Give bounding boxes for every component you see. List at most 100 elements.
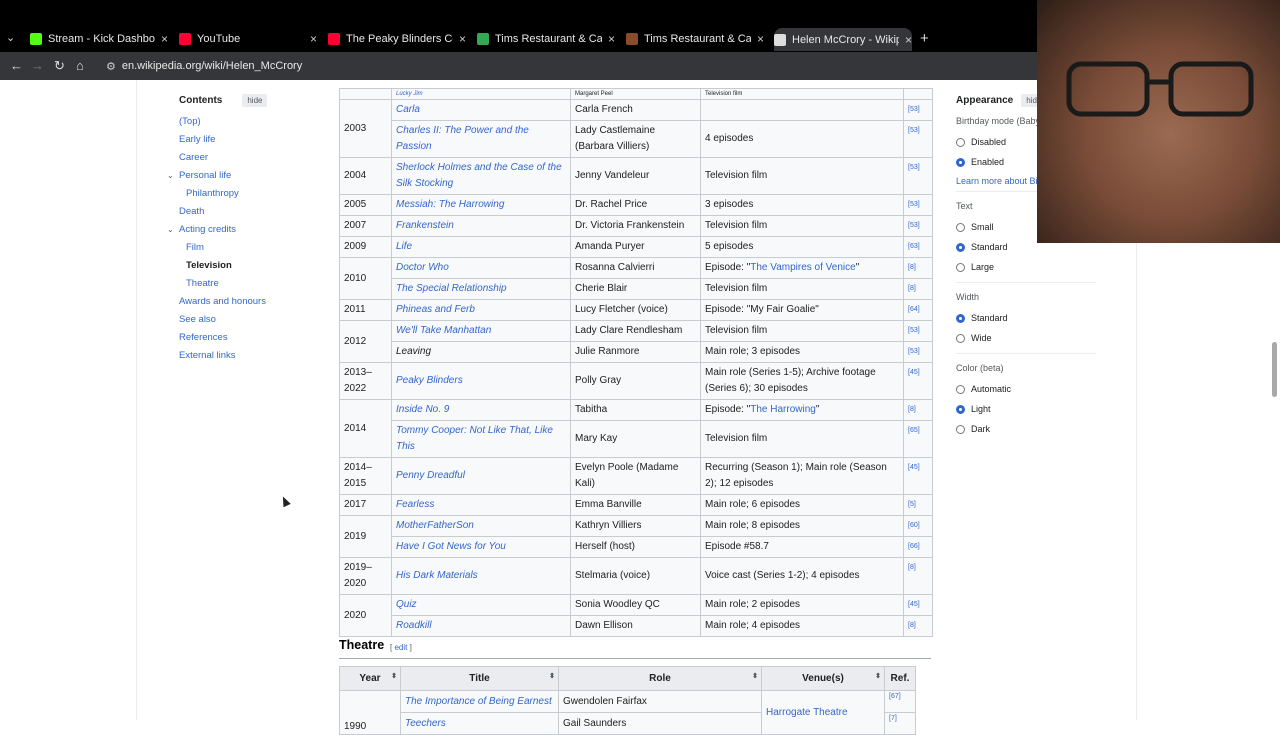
ref-link[interactable]: [63] bbox=[903, 236, 933, 258]
ref-link[interactable]: [45] bbox=[903, 362, 933, 400]
toc-item[interactable]: Film bbox=[169, 239, 319, 257]
title-link[interactable]: Inside No. 9 bbox=[391, 399, 571, 421]
episode-link[interactable]: The Vampires of Venice bbox=[750, 262, 855, 273]
width-radio[interactable]: Wide bbox=[956, 328, 1096, 348]
title-link[interactable]: Charles II: The Power and the Passion bbox=[391, 120, 571, 158]
radio-button-icon[interactable] bbox=[956, 384, 965, 394]
back-icon[interactable]: ← bbox=[10, 58, 23, 73]
ref-link[interactable]: [53] bbox=[903, 215, 933, 237]
ref-link[interactable]: [53] bbox=[903, 157, 933, 195]
ref-link[interactable]: [53] bbox=[903, 194, 933, 216]
page-scrollbar[interactable] bbox=[1272, 342, 1277, 397]
ref-link[interactable]: [8] bbox=[903, 278, 933, 300]
title-link[interactable]: Quiz bbox=[391, 594, 571, 616]
title-link[interactable]: His Dark Materials bbox=[391, 557, 571, 595]
toc-item[interactable]: Philanthropy bbox=[169, 185, 319, 203]
browser-tab[interactable]: Tims Restaurant & Cafe - Goog × bbox=[477, 29, 615, 49]
ref-link[interactable]: [8] bbox=[903, 399, 933, 421]
radio-button-icon[interactable] bbox=[956, 222, 965, 232]
radio-button-icon[interactable] bbox=[956, 242, 965, 252]
ref-link[interactable]: [5] bbox=[903, 494, 933, 516]
ref-link[interactable]: [64] bbox=[903, 299, 933, 321]
ref-link[interactable]: [7] bbox=[884, 712, 916, 735]
title-link[interactable]: Have I Got News for You bbox=[391, 536, 571, 558]
title-link[interactable]: The Special Relationship bbox=[391, 278, 571, 300]
title-link[interactable]: The Importance of Being Earnest bbox=[400, 690, 559, 713]
browser-tab[interactable]: YouTube × bbox=[179, 29, 317, 49]
ref-link[interactable]: [45] bbox=[903, 457, 933, 495]
chevron-down-icon[interactable]: ⌄ bbox=[167, 221, 174, 239]
browser-tab[interactable]: Stream - Kick Dashboard × bbox=[30, 29, 168, 49]
tab-close-icon[interactable]: × bbox=[161, 32, 168, 46]
tab-close-icon[interactable]: × bbox=[608, 32, 615, 46]
chevron-down-icon[interactable]: ⌄ bbox=[167, 167, 174, 185]
role-cell[interactable]: Dr. Victoria Frankenstein bbox=[570, 215, 701, 237]
new-tab-button[interactable]: + bbox=[920, 30, 929, 47]
ref-link[interactable]: [53] bbox=[903, 120, 933, 158]
site-info-icon[interactable]: ⚙ bbox=[106, 60, 116, 73]
toc-item[interactable]: External links bbox=[169, 347, 319, 365]
radio-button-icon[interactable] bbox=[956, 333, 965, 343]
role-cell[interactable]: Cherie Blair bbox=[570, 278, 701, 300]
theatre-edit-link[interactable]: [ edit ] bbox=[390, 643, 412, 652]
radio-button-icon[interactable] bbox=[956, 157, 965, 167]
toc-item[interactable]: Early life bbox=[169, 131, 319, 149]
title-link[interactable]: Life bbox=[391, 236, 571, 258]
column-header[interactable]: Venue(s) ⬍ bbox=[761, 666, 885, 691]
reload-icon[interactable]: ↻ bbox=[54, 58, 65, 74]
sort-icon[interactable]: ⬍ bbox=[875, 672, 881, 680]
toc-item[interactable]: Theatre bbox=[169, 275, 319, 293]
column-header[interactable]: Title ⬍ bbox=[400, 666, 559, 691]
tab-close-icon[interactable]: × bbox=[459, 32, 466, 46]
column-header[interactable]: Ref. bbox=[884, 666, 916, 691]
toc-hide-button[interactable]: hide bbox=[242, 94, 268, 107]
ref-link[interactable]: [67] bbox=[884, 690, 916, 713]
toc-item[interactable]: Television bbox=[169, 257, 319, 275]
title-link[interactable]: Peaky Blinders bbox=[391, 362, 571, 400]
title-link[interactable]: Carla bbox=[391, 99, 571, 121]
toc-item[interactable]: Career bbox=[169, 149, 319, 167]
tab-close-icon[interactable]: × bbox=[757, 32, 764, 46]
toc-item[interactable]: See also bbox=[169, 311, 319, 329]
title-link[interactable]: Messiah: The Harrowing bbox=[391, 194, 571, 216]
title-link[interactable]: Teechers bbox=[400, 712, 559, 735]
color-theme-radio[interactable]: Dark bbox=[956, 419, 1096, 439]
ref-link[interactable]: [8] bbox=[903, 257, 933, 279]
radio-button-icon[interactable] bbox=[956, 404, 965, 414]
title-link[interactable]: Roadkill bbox=[391, 615, 571, 637]
role-cell[interactable]: Lady Castlemaine (Barbara Villiers) bbox=[570, 120, 701, 158]
radio-button-icon[interactable] bbox=[956, 137, 965, 147]
color-theme-radio[interactable]: Light bbox=[956, 399, 1096, 419]
radio-button-icon[interactable] bbox=[956, 262, 965, 272]
browser-tab[interactable]: The Peaky Blinders Confront Th × bbox=[328, 29, 466, 49]
tab-close-icon[interactable]: × bbox=[310, 32, 317, 46]
title-link[interactable]: MotherFatherSon bbox=[391, 515, 571, 537]
ref-link[interactable]: [53] bbox=[903, 341, 933, 363]
role-cell[interactable]: Polly Gray bbox=[570, 362, 701, 400]
ref-link[interactable]: [60] bbox=[903, 515, 933, 537]
browser-tab[interactable]: Tims Restaurant & Cafe × bbox=[626, 29, 764, 49]
episode-link[interactable]: The Harrowing bbox=[750, 404, 816, 415]
browser-tab[interactable]: Helen McCrory - Wikipedia × bbox=[774, 28, 912, 51]
ref-link[interactable]: [53] bbox=[903, 99, 933, 121]
width-radio[interactable]: Standard bbox=[956, 308, 1096, 328]
color-theme-radio[interactable]: Automatic bbox=[956, 379, 1096, 399]
toc-item[interactable]: (Top) bbox=[169, 113, 319, 131]
venue-link[interactable]: Harrogate Theatre bbox=[761, 690, 885, 735]
toc-item[interactable]: References bbox=[169, 329, 319, 347]
ref-link[interactable]: [65] bbox=[903, 420, 933, 458]
url-field[interactable]: ⚙ en.wikipedia.org/wiki/Helen_McCrory bbox=[106, 56, 1036, 76]
title-link[interactable]: Fearless bbox=[391, 494, 571, 516]
role-cell[interactable]: Lady Clare Rendlesham bbox=[570, 320, 701, 342]
title-cell[interactable]: Lucky Jim bbox=[391, 88, 571, 100]
title-link[interactable]: Tommy Cooper: Not Like That, Like This bbox=[391, 420, 571, 458]
ref-link[interactable]: [53] bbox=[903, 320, 933, 342]
title-link[interactable]: Doctor Who bbox=[391, 257, 571, 279]
ref-link[interactable]: [8] bbox=[903, 557, 933, 595]
edit-link-text[interactable]: edit bbox=[394, 643, 407, 652]
ref-link[interactable]: [66] bbox=[903, 536, 933, 558]
toc-item[interactable]: Death bbox=[169, 203, 319, 221]
title-link[interactable]: Penny Dreadful bbox=[391, 457, 571, 495]
sort-icon[interactable]: ⬍ bbox=[752, 672, 758, 680]
column-header[interactable]: Year ⬍ bbox=[339, 666, 401, 691]
